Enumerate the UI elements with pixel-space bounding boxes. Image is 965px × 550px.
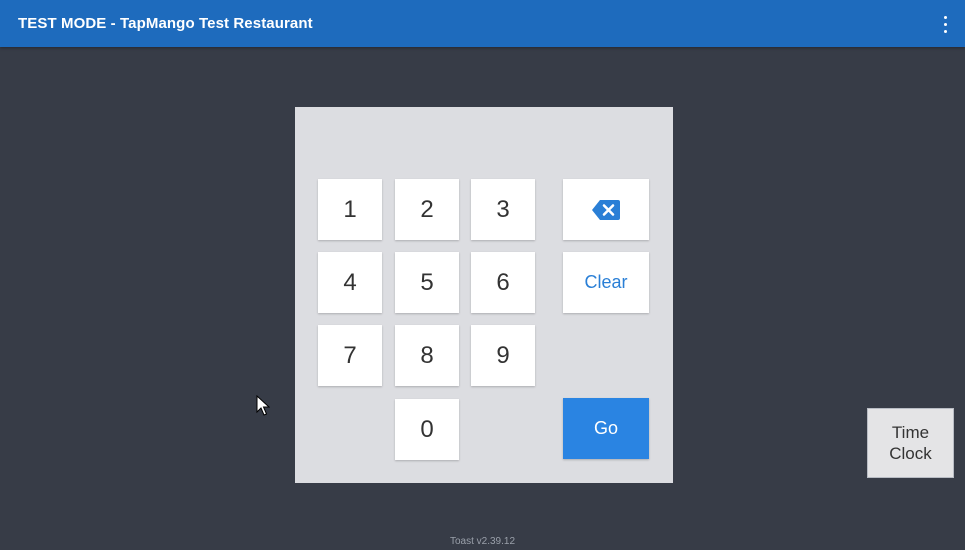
mouse-pointer-icon xyxy=(256,395,270,416)
time-clock-label-line2: Clock xyxy=(889,444,932,463)
clear-button[interactable]: Clear xyxy=(563,252,649,313)
key-5[interactable]: 5 xyxy=(395,252,459,313)
backspace-button[interactable] xyxy=(563,179,649,240)
go-button[interactable]: Go xyxy=(563,398,649,459)
pin-keypad: 1 2 3 4 5 6 Clear 7 8 9 0 Go xyxy=(295,107,673,483)
app-title: TEST MODE - TapMango Test Restaurant xyxy=(18,15,313,32)
key-9[interactable]: 9 xyxy=(471,325,535,386)
backspace-icon xyxy=(592,199,620,220)
top-app-bar: TEST MODE - TapMango Test Restaurant xyxy=(0,0,965,47)
version-label: Toast v2.39.12 xyxy=(449,536,516,547)
key-1[interactable]: 1 xyxy=(318,179,382,240)
key-0[interactable]: 0 xyxy=(395,399,459,460)
time-clock-button[interactable]: Time Clock xyxy=(867,408,954,478)
key-7[interactable]: 7 xyxy=(318,325,382,386)
key-3[interactable]: 3 xyxy=(471,179,535,240)
time-clock-label-line1: Time xyxy=(891,423,930,442)
key-6[interactable]: 6 xyxy=(471,252,535,313)
key-4[interactable]: 4 xyxy=(318,252,382,313)
app-root: TEST MODE - TapMango Test Restaurant 1 2… xyxy=(0,0,965,550)
more-vert-icon[interactable] xyxy=(935,12,955,36)
key-8[interactable]: 8 xyxy=(395,325,459,386)
key-2[interactable]: 2 xyxy=(395,179,459,240)
